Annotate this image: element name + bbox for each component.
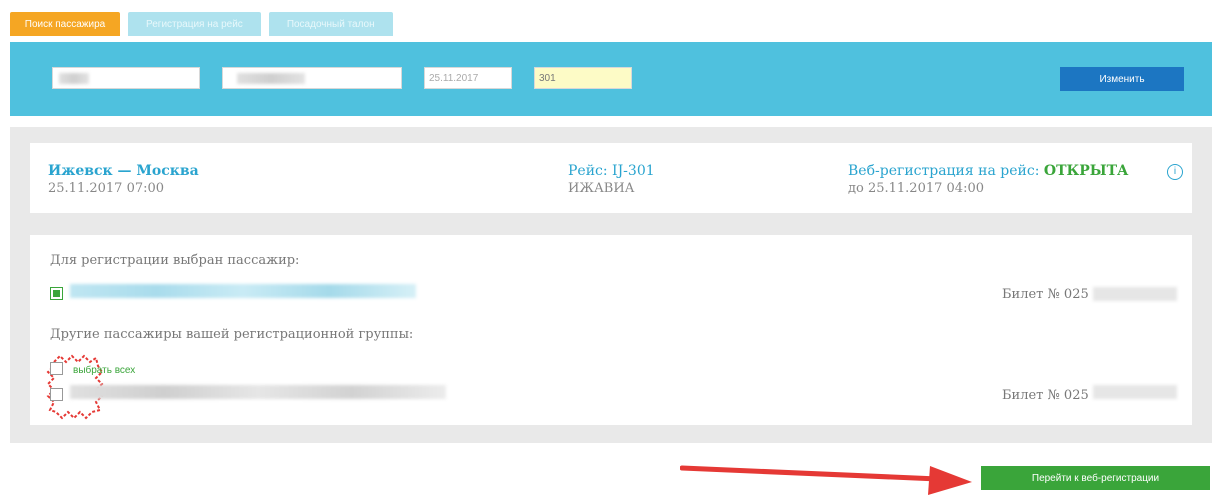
other-passengers-label: Другие пассажиры вашей регистрационной г… [50, 327, 414, 342]
redacted-value [59, 73, 89, 84]
flight-number: Рейс: IJ-301 [568, 163, 655, 179]
other-passenger-ticket: Билет № 025 [1002, 388, 1089, 403]
selected-passenger-ticket: Билет № 025 [1002, 287, 1089, 302]
flight-card: Ижевск — Москва 25.11.2017 07:00 Рейс: I… [30, 143, 1192, 213]
content-panel: Ижевск — Москва 25.11.2017 07:00 Рейс: I… [10, 127, 1212, 443]
tab-search-passenger[interactable]: Поиск пассажира [10, 12, 120, 36]
search-bar: 25.11.2017 301 Изменить [10, 42, 1212, 116]
web-checkin-deadline: до 25.11.2017 04:00 [848, 181, 984, 196]
select-all-checkbox[interactable] [50, 362, 63, 375]
web-checkin-status-label: Веб-регистрация на рейс: [848, 163, 1040, 179]
selected-passenger-name [70, 284, 416, 298]
departure-datetime: 25.11.2017 07:00 [48, 181, 165, 196]
change-button[interactable]: Изменить [1060, 67, 1184, 91]
selected-passenger-checkbox[interactable] [50, 287, 63, 300]
other-passenger-name [70, 385, 446, 399]
web-checkin-status: Веб-регистрация на рейс: ОТКРЫТА [848, 163, 1128, 179]
selected-passenger-label: Для регистрации выбран пассажир: [50, 253, 300, 268]
redacted-value [237, 73, 305, 84]
select-all-label[interactable]: выбрать всех [73, 365, 135, 376]
go-to-web-checkin-button[interactable]: Перейти к веб-регистрации [981, 466, 1210, 490]
annotation-arrow-icon [680, 465, 972, 495]
passengers-card: Для регистрации выбран пассажир: Билет №… [30, 235, 1192, 425]
departure-date-field[interactable]: 25.11.2017 [424, 67, 512, 89]
redacted-ticket-number [1093, 287, 1177, 301]
tab-flight-checkin[interactable]: Регистрация на рейс [128, 12, 261, 36]
info-icon[interactable]: i [1167, 164, 1183, 180]
tab-boarding-pass[interactable]: Посадочный талон [268, 12, 393, 36]
last-name-field[interactable] [52, 67, 200, 89]
flight-number-field[interactable]: 301 [534, 67, 632, 89]
route: Ижевск — Москва [48, 163, 199, 179]
booking-code-field[interactable] [222, 67, 402, 89]
redacted-ticket-number [1093, 385, 1177, 399]
tab-bar: Поиск пассажира Регистрация на рейс Поса… [10, 12, 393, 36]
other-passenger-checkbox[interactable] [50, 388, 63, 401]
web-checkin-status-value: ОТКРЫТА [1043, 163, 1129, 179]
airline-name: ИЖАВИА [568, 181, 635, 196]
